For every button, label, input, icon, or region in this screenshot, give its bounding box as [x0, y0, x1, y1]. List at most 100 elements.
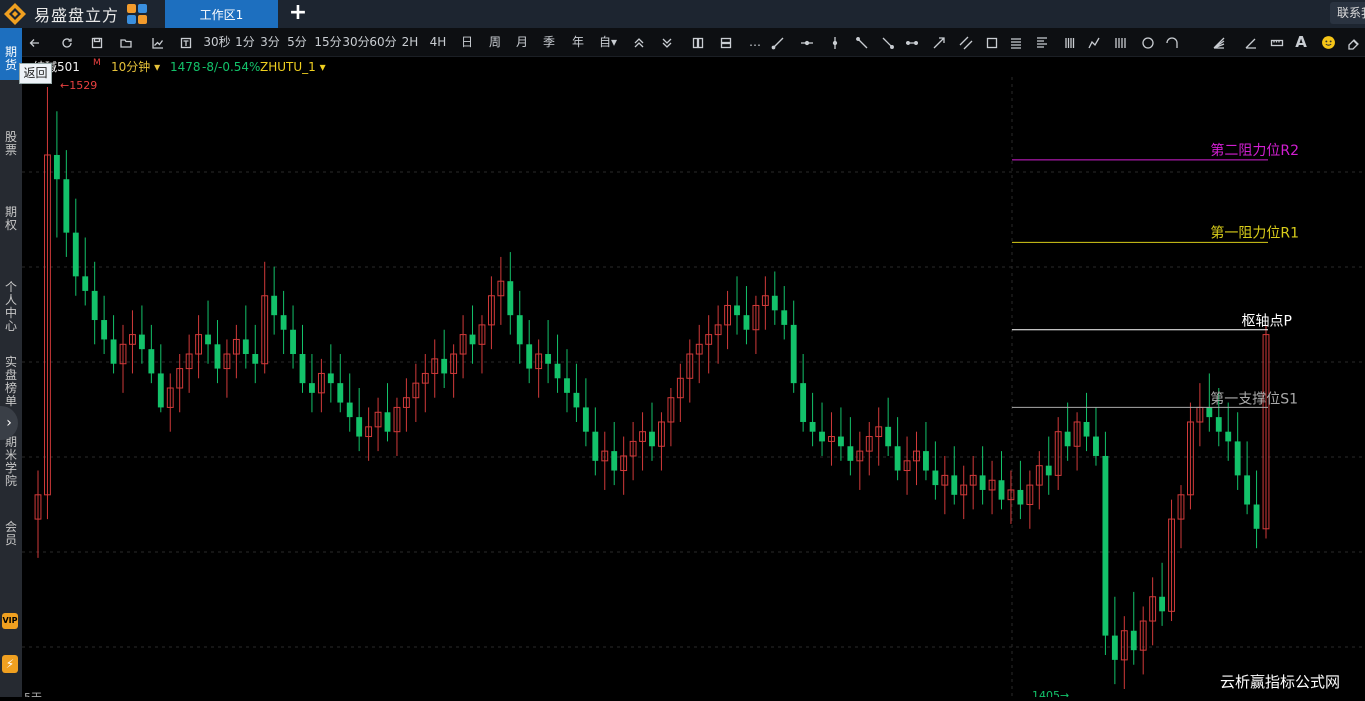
period-11[interactable]: 月	[513, 28, 531, 57]
candle-body	[1215, 417, 1222, 432]
more-icon[interactable]: …	[748, 28, 762, 57]
period-3[interactable]: 5分	[285, 28, 309, 57]
extended-line-icon[interactable]	[902, 28, 922, 57]
candle-body	[790, 324, 797, 384]
candle-body	[771, 295, 778, 311]
period-10[interactable]: 周	[486, 28, 504, 57]
emoji-icon[interactable]	[1318, 28, 1338, 57]
period-12[interactable]: 季	[540, 28, 558, 57]
candle-body	[809, 421, 816, 432]
gann-icon[interactable]	[1060, 28, 1080, 57]
pivot-label-S1: 第一支撑位S1	[1210, 390, 1298, 407]
period-9[interactable]: 日	[458, 28, 476, 57]
candle-body	[138, 334, 145, 350]
candle-body	[82, 276, 89, 291]
horizontal-line-icon[interactable]	[797, 28, 817, 57]
fibonacci-icon[interactable]	[1006, 28, 1026, 57]
rectangle-icon[interactable]	[982, 28, 1002, 57]
candle-body	[157, 373, 164, 408]
indicator-selector[interactable]: ZHUTU_1 ▾	[260, 57, 326, 77]
period-2[interactable]: 3分	[258, 28, 282, 57]
arc-icon[interactable]	[1162, 28, 1182, 57]
candle-body	[441, 358, 448, 374]
candle-body	[894, 446, 901, 471]
period-4[interactable]: 15分	[314, 28, 342, 57]
candle-body	[800, 383, 807, 422]
sidebar-item-4[interactable]: 实盘榜单	[0, 338, 22, 408]
candle-body	[819, 431, 825, 442]
parallel-line-icon[interactable]	[956, 28, 976, 57]
circle-icon[interactable]	[1138, 28, 1158, 57]
period-5[interactable]: 30分	[342, 28, 370, 57]
candle-body	[1130, 630, 1137, 651]
sidebar-item-2[interactable]: 期权	[0, 188, 22, 248]
line-chart-icon[interactable]	[149, 28, 167, 57]
candle-body	[214, 344, 221, 369]
high-price-label: ←1529	[60, 79, 97, 92]
tab-workspace[interactable]: 工作区1	[165, 0, 278, 28]
bars-icon[interactable]	[1110, 28, 1130, 57]
arrow-icon[interactable]	[929, 28, 949, 57]
add-tab-icon[interactable]: +	[286, 2, 310, 26]
pivot-label-R2: 第二阻力位R2	[1210, 142, 1299, 159]
font-tool-icon[interactable]: A	[1292, 28, 1310, 57]
period-13[interactable]: 年	[569, 28, 587, 57]
vertical-line-icon[interactable]	[825, 28, 845, 57]
back-icon[interactable]	[26, 28, 44, 57]
period-1[interactable]: 1分	[233, 28, 257, 57]
candle-body	[554, 363, 561, 379]
candle-body	[1253, 504, 1260, 529]
angle-icon[interactable]	[1241, 28, 1261, 57]
site-watermark: 云析赢指标公式网	[1217, 668, 1365, 697]
period-selector[interactable]: 10分钟 ▾	[111, 57, 160, 77]
expand-down-icon[interactable]	[658, 28, 676, 57]
sidebar-item-1[interactable]: 股票	[0, 113, 22, 173]
candle-body	[290, 329, 296, 355]
candle-body	[1234, 441, 1241, 476]
text-t-icon[interactable]	[177, 28, 195, 57]
vip-icon[interactable]: VIP	[2, 613, 18, 629]
cube-logo-icon	[127, 4, 148, 24]
candle-body	[356, 417, 363, 437]
candle-body	[592, 431, 599, 461]
layout-columns-icon[interactable]	[689, 28, 707, 57]
draw-segment-icon[interactable]	[768, 28, 788, 57]
candle-body	[1244, 475, 1251, 505]
period-14[interactable]: 自▾	[597, 28, 619, 57]
app-logo-icon	[2, 1, 28, 27]
candle-body	[1206, 407, 1213, 418]
refresh-icon[interactable]	[58, 28, 76, 57]
period-7[interactable]: 2H	[398, 28, 422, 57]
period-8[interactable]: 4H	[426, 28, 450, 57]
period-0[interactable]: 30秒	[202, 28, 232, 57]
lightning-icon[interactable]: ⚡	[2, 655, 18, 673]
candle-body	[885, 426, 892, 447]
eraser-icon[interactable]	[1344, 28, 1364, 57]
chart-info-bar: 纯碱501 M 10分钟 ▾ 1478 -8/-0.54% ZHUTU_1 ▾	[22, 57, 1365, 77]
ruler-icon[interactable]	[1267, 28, 1287, 57]
ray-icon[interactable]	[852, 28, 872, 57]
sidebar-item-6[interactable]: 会员	[0, 503, 22, 553]
layout-rows-icon[interactable]	[717, 28, 735, 57]
contact-button[interactable]: 联系我们	[1330, 2, 1365, 24]
fibonacci-ext-icon[interactable]	[1032, 28, 1052, 57]
candle-body	[781, 310, 788, 325]
low-price-label: 1405→	[1032, 689, 1069, 697]
chart-pattern-icon[interactable]	[1084, 28, 1104, 57]
sidebar-item-3[interactable]: 个人中心	[0, 263, 22, 333]
open-folder-icon[interactable]	[117, 28, 135, 57]
kline-svg[interactable]: 第二阻力位R2 第一阻力位R1 枢轴点P 第一支撑位S1 ←1529 1405→ 5天	[22, 77, 1365, 701]
period-6[interactable]: 60分	[369, 28, 397, 57]
arrow-line-icon[interactable]	[878, 28, 898, 57]
candle-body	[63, 179, 70, 233]
collapse-up-icon[interactable]	[630, 28, 648, 57]
candle-body	[1045, 465, 1052, 476]
days-label: 5天	[24, 691, 42, 697]
candle-body	[1064, 431, 1071, 447]
fan-icon[interactable]	[1209, 28, 1229, 57]
candle-body	[516, 315, 523, 345]
kline-chart[interactable]: 第二阻力位R2 第一阻力位R1 枢轴点P 第一支撑位S1 ←1529 1405→ 5天	[22, 77, 1365, 701]
left-sidebar: 期货 股票 期权 个人中心 实盘榜单 期米学院 会员 › VIP ⚡	[0, 28, 22, 697]
candle-body	[923, 451, 929, 471]
candle-body	[1159, 596, 1166, 612]
